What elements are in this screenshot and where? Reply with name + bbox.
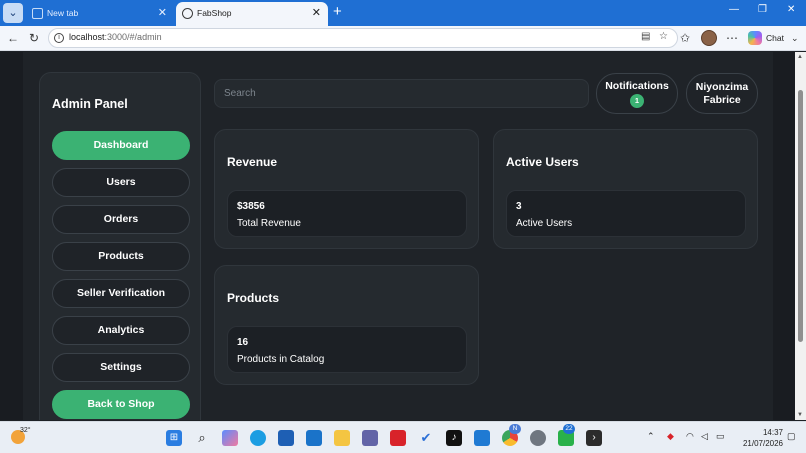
- sidebar-item-users[interactable]: Users: [52, 168, 190, 197]
- store-icon[interactable]: [278, 430, 294, 446]
- card-title: Revenue: [227, 155, 278, 169]
- stat-value: 16: [237, 337, 249, 348]
- copilot-icon[interactable]: [748, 31, 762, 45]
- file-explorer-icon[interactable]: [334, 430, 350, 446]
- card-title: Active Users: [506, 155, 579, 169]
- products-card: Products 16 Products in Catalog: [214, 265, 479, 385]
- battery-icon[interactable]: ▭: [716, 431, 725, 442]
- whatsapp-unread-badge: 22: [563, 424, 575, 434]
- stat-value: 3: [516, 201, 522, 212]
- profile-avatar[interactable]: [701, 30, 717, 46]
- admin-sidebar: Admin Panel Dashboard Users Orders Produ…: [39, 72, 201, 420]
- site-info-icon[interactable]: i: [54, 33, 64, 43]
- temperature: 32°: [20, 427, 31, 434]
- stat-label: Total Revenue: [237, 218, 301, 229]
- tiktok-icon[interactable]: ♪: [446, 430, 462, 446]
- restore-icon[interactable]: ❐: [758, 4, 767, 15]
- page-icon: [32, 8, 43, 19]
- admin-layout: Admin Panel Dashboard Users Orders Produ…: [23, 52, 773, 420]
- close-icon[interactable]: ✕: [158, 2, 167, 24]
- clock-time: 14:37: [762, 428, 783, 437]
- wifi-icon[interactable]: ◠: [686, 431, 694, 442]
- search-icon[interactable]: ⌕: [194, 430, 210, 446]
- page-viewport: Admin Panel Dashboard Users Orders Produ…: [0, 52, 796, 420]
- sidebar-item-settings[interactable]: Settings: [52, 353, 190, 382]
- active-users-stat: 3 Active Users: [506, 190, 746, 237]
- clock-date: 21/07/2026: [742, 439, 783, 448]
- chat-button-label[interactable]: Chat: [766, 33, 784, 43]
- chevron-up-icon[interactable]: ⌃: [647, 431, 655, 442]
- notification-center-icon[interactable]: ▢: [787, 431, 796, 442]
- scrollbar-thumb[interactable]: [798, 90, 803, 342]
- vscode-icon[interactable]: [474, 430, 490, 446]
- browser-tab-new-tab[interactable]: New tab ✕: [26, 2, 174, 26]
- chevron-down-icon[interactable]: ⌄: [791, 29, 799, 47]
- chrome-profile-badge: N: [509, 424, 521, 434]
- globe-icon: [182, 8, 193, 19]
- user-menu-button[interactable]: Niyonzima Fabrice: [686, 73, 758, 114]
- copilot-taskbar-icon[interactable]: [222, 430, 238, 446]
- terminal-icon[interactable]: ›: [586, 430, 602, 446]
- search-input[interactable]: [214, 79, 589, 108]
- system-clock[interactable]: 14:37 21/07/2026: [735, 427, 783, 449]
- reload-icon[interactable]: ↻: [29, 29, 39, 47]
- outlook-icon[interactable]: [306, 430, 322, 446]
- windows-taskbar: 32° ⊞ ⌕ ✔ ♪ N 22 › ⌃ ◆ ◠ ◁ ▭ 14:37 21/07…: [0, 421, 806, 453]
- browser-tab-fabshop[interactable]: FabShop ✕: [176, 2, 328, 26]
- tab-title: New tab: [47, 8, 79, 18]
- card-title: Products: [227, 291, 280, 305]
- notifications-button[interactable]: Notifications 1: [596, 73, 678, 114]
- favorites-icon[interactable]: ✩: [680, 29, 690, 47]
- url-text: localhost:3000/#/admin: [69, 32, 162, 42]
- more-options-icon[interactable]: ⋯: [726, 29, 738, 47]
- todo-check-icon[interactable]: ✔: [418, 430, 434, 446]
- revenue-card: Revenue $3856 Total Revenue: [214, 129, 479, 249]
- page-scrollbar[interactable]: ▲ ▼: [795, 52, 806, 420]
- minimize-icon[interactable]: —: [729, 4, 739, 15]
- favorite-star-icon[interactable]: ☆: [659, 31, 668, 42]
- back-arrow-icon[interactable]: ←: [7, 29, 19, 47]
- start-windows-icon[interactable]: ⊞: [166, 430, 182, 446]
- edge-icon[interactable]: [250, 430, 266, 446]
- reading-mode-icon[interactable]: ▤: [641, 31, 650, 42]
- sidebar-title: Admin Panel: [52, 97, 128, 111]
- volume-icon[interactable]: ◁: [701, 431, 708, 442]
- sidebar-item-dashboard[interactable]: Dashboard: [52, 131, 190, 160]
- sidebar-item-products[interactable]: Products: [52, 242, 190, 271]
- stat-value: $3856: [237, 201, 265, 212]
- sidebar-item-orders[interactable]: Orders: [52, 205, 190, 234]
- tray-app-icon[interactable]: ◆: [667, 431, 674, 442]
- notifications-label: Notifications: [605, 80, 669, 92]
- tab-actions-menu-icon[interactable]: ⌄: [3, 3, 23, 23]
- window-close-icon[interactable]: ✕: [787, 4, 795, 15]
- notification-count-badge: 1: [630, 94, 644, 108]
- stat-label: Products in Catalog: [237, 354, 325, 365]
- close-icon[interactable]: ✕: [312, 2, 321, 24]
- tab-title: FabShop: [197, 8, 232, 18]
- products-stat: 16 Products in Catalog: [227, 326, 467, 373]
- scroll-down-arrow-icon[interactable]: ▼: [797, 412, 803, 418]
- stat-label: Active Users: [516, 218, 573, 229]
- teams-icon[interactable]: [362, 430, 378, 446]
- scroll-up-arrow-icon[interactable]: ▲: [797, 54, 803, 60]
- revenue-stat: $3856 Total Revenue: [227, 190, 467, 237]
- wps-office-icon[interactable]: [390, 430, 406, 446]
- browser-toolbar: ← ↻ i localhost:3000/#/admin ▤ ☆ ✩ ⋯ Cha…: [0, 26, 806, 51]
- back-to-shop-button[interactable]: Back to Shop: [52, 390, 190, 419]
- new-tab-plus-icon[interactable]: +: [333, 3, 342, 21]
- address-bar[interactable]: i localhost:3000/#/admin ▤ ☆: [48, 28, 678, 48]
- active-users-card: Active Users 3 Active Users: [493, 129, 758, 249]
- browser-tab-bar: ⌄ New tab ✕ FabShop ✕ + — ❐ ✕: [0, 0, 806, 26]
- sidebar-item-seller-verification[interactable]: Seller Verification: [52, 279, 190, 308]
- sidebar-item-analytics[interactable]: Analytics: [52, 316, 190, 345]
- settings-gear-icon[interactable]: [530, 430, 546, 446]
